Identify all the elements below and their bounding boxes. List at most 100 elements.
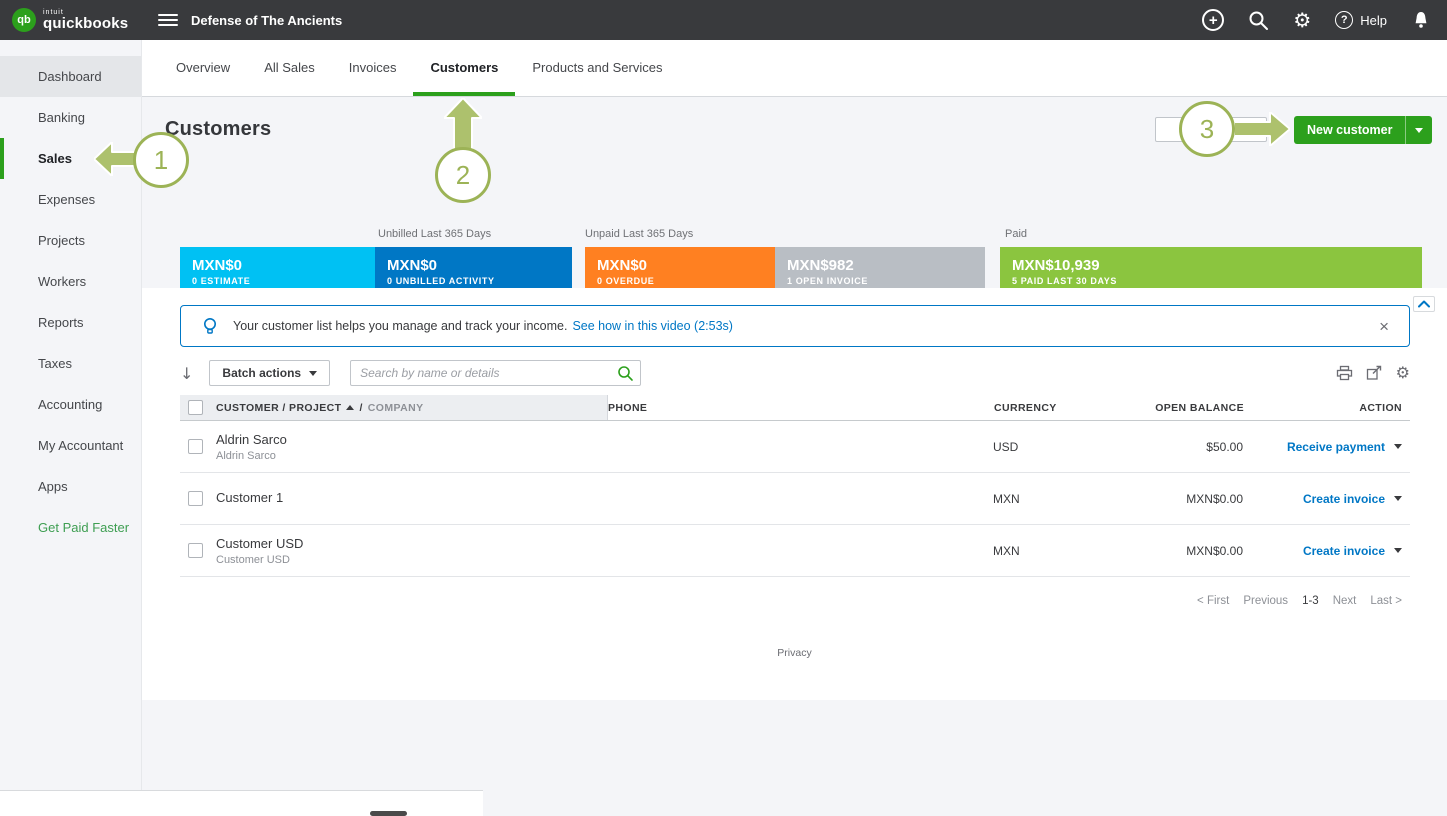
header-customer-project[interactable]: CUSTOMER / PROJECT / COMPANY [216, 395, 607, 420]
sidebar-item-accounting[interactable]: Accounting [0, 384, 141, 425]
search-icon[interactable] [617, 365, 634, 387]
segment-amount: MXN$0 [387, 257, 438, 274]
header-separator: / [359, 401, 363, 414]
list-toolbar: ↓ Batch actions ⚙ [180, 359, 1410, 387]
close-icon[interactable]: × [1379, 318, 1389, 335]
row-action-chevron-icon[interactable] [1394, 548, 1402, 553]
search-field-wrap [350, 360, 642, 387]
row-action-link[interactable]: Create invoice [1303, 492, 1385, 506]
row-action-chevron-icon[interactable] [1394, 444, 1402, 449]
sort-ascending-icon [346, 405, 355, 410]
chevron-down-icon [309, 370, 318, 376]
row-open-balance: MXN$0.00 [1186, 491, 1243, 506]
sidebar-item-my-accountant[interactable]: My Accountant [0, 425, 141, 466]
segment-amount: MXN$0 [597, 257, 648, 274]
money-label-unbilled: Unbilled Last 365 Days [378, 228, 492, 240]
create-plus-icon[interactable]: + [1202, 9, 1225, 31]
sidebar-item-workers[interactable]: Workers [0, 261, 141, 302]
row-checkbox-cell [180, 439, 216, 454]
customer-name-link[interactable]: Customer 1 [216, 490, 283, 505]
search-icon[interactable] [1248, 10, 1269, 31]
print-icon[interactable] [1336, 365, 1353, 381]
hamburger-menu-icon[interactable] [158, 14, 178, 26]
row-action-link[interactable]: Receive payment [1287, 440, 1385, 454]
customer-list-panel: Your customer list helps you manage and … [142, 288, 1447, 700]
customer-company: Aldrin Sarco [216, 449, 276, 462]
new-customer-dropdown[interactable] [1405, 116, 1433, 144]
row-action-chevron-icon[interactable] [1394, 496, 1402, 501]
list-settings-gear-icon[interactable]: ⚙ [1396, 365, 1410, 381]
gear-icon[interactable]: ⚙ [1293, 10, 1311, 30]
table-header-row: CUSTOMER / PROJECT / COMPANY PHONE CURRE… [180, 395, 1410, 421]
customer-company: Customer USD [216, 553, 290, 566]
new-customer-label[interactable]: New customer [1294, 116, 1406, 144]
export-icon[interactable] [1366, 365, 1383, 381]
row-action-cell: Create invoice [1243, 492, 1410, 506]
sort-icon[interactable]: ↓ [180, 364, 193, 383]
pagination-previous[interactable]: Previous [1243, 595, 1288, 607]
pagination-next[interactable]: Next [1333, 595, 1357, 607]
segment-amount: MXN$0 [192, 257, 243, 274]
row-checkbox[interactable] [188, 543, 203, 558]
row-checkbox[interactable] [188, 439, 203, 454]
customers-table: CUSTOMER / PROJECT / COMPANY PHONE CURRE… [180, 395, 1410, 577]
pagination-range: 1-3 [1302, 595, 1319, 607]
pagination-last[interactable]: Last > [1370, 595, 1402, 607]
qb-logo-icon: qb [12, 8, 36, 32]
privacy-link[interactable]: Privacy [142, 647, 1447, 659]
tab-customers[interactable]: Customers [413, 40, 516, 96]
header-phone: PHONE [608, 401, 648, 414]
banner-text: Your customer list helps you manage and … [233, 319, 568, 333]
sidebar-item-get-paid-faster[interactable]: Get Paid Faster [0, 507, 141, 548]
tab-all-sales[interactable]: All Sales [247, 40, 332, 96]
segment-amount: MXN$10,939 [1012, 257, 1100, 274]
header-open-balance: OPEN BALANCE [1155, 401, 1244, 414]
header-currency: CURRENCY [994, 401, 1057, 414]
sidebar-item-apps[interactable]: Apps [0, 466, 141, 507]
notifications-bell-icon[interactable] [1411, 10, 1431, 30]
row-open-balance: MXN$0.00 [1186, 543, 1243, 558]
question-icon: ? [1335, 11, 1354, 29]
row-name-cell: Aldrin Sarco Aldrin Sarco [216, 432, 607, 462]
banner-video-link[interactable]: See how in this video (2:53s) [572, 319, 733, 333]
sidebar-item-taxes[interactable]: Taxes [0, 343, 141, 384]
table-header-name-group: CUSTOMER / PROJECT / COMPANY [180, 395, 608, 420]
collapse-chevron-up-button[interactable] [1413, 296, 1435, 312]
sidebar-item-banking[interactable]: Banking [0, 97, 141, 138]
annotation-arrow-up [444, 98, 482, 150]
table-row[interactable]: Customer 1 MXN MXN$0.00 Create invoice [180, 473, 1410, 525]
batch-actions-label: Batch actions [222, 366, 302, 380]
select-all-checkbox[interactable] [188, 400, 203, 415]
customer-name-link[interactable]: Customer USD [216, 536, 303, 551]
table-row[interactable]: Aldrin Sarco Aldrin Sarco USD $50.00 Rec… [180, 421, 1410, 473]
sidebar-item-expenses[interactable]: Expenses [0, 179, 141, 220]
table-row[interactable]: Customer USD Customer USD MXN MXN$0.00 C… [180, 525, 1410, 577]
help-button[interactable]: ? Help [1335, 11, 1387, 29]
row-action-cell: Receive payment [1243, 440, 1410, 454]
scrollbar-thumb[interactable] [370, 811, 407, 816]
pagination: < First Previous 1-3 Next Last > [180, 595, 1410, 607]
header-action: ACTION [1359, 401, 1402, 414]
row-action-link[interactable]: Create invoice [1303, 544, 1385, 558]
brand-text: intuit quickbooks [43, 9, 128, 31]
tab-invoices[interactable]: Invoices [332, 40, 414, 96]
row-open-balance: $50.00 [1206, 439, 1243, 454]
tab-overview[interactable]: Overview [159, 40, 247, 96]
main-content: Overview All Sales Invoices Customers Pr… [142, 40, 1447, 816]
annotation-step-1: 1 [133, 132, 189, 188]
search-input[interactable] [350, 360, 642, 386]
quickbooks-logo: qb intuit quickbooks [0, 8, 142, 32]
horizontal-scrollbar[interactable] [0, 790, 483, 816]
row-action-cell: Create invoice [1243, 544, 1410, 558]
sidebar-item-dashboard[interactable]: Dashboard [0, 56, 141, 97]
new-customer-button[interactable]: New customer [1294, 116, 1433, 144]
sidebar-item-reports[interactable]: Reports [0, 302, 141, 343]
tab-products-and-services[interactable]: Products and Services [515, 40, 679, 96]
segment-amount: MXN$982 [787, 257, 854, 274]
batch-actions-button[interactable]: Batch actions [209, 360, 331, 386]
sales-tabs: Overview All Sales Invoices Customers Pr… [142, 40, 1447, 97]
sidebar-item-projects[interactable]: Projects [0, 220, 141, 261]
row-checkbox[interactable] [188, 491, 203, 506]
customer-name-link[interactable]: Aldrin Sarco [216, 432, 287, 447]
pagination-first[interactable]: < First [1197, 595, 1229, 607]
